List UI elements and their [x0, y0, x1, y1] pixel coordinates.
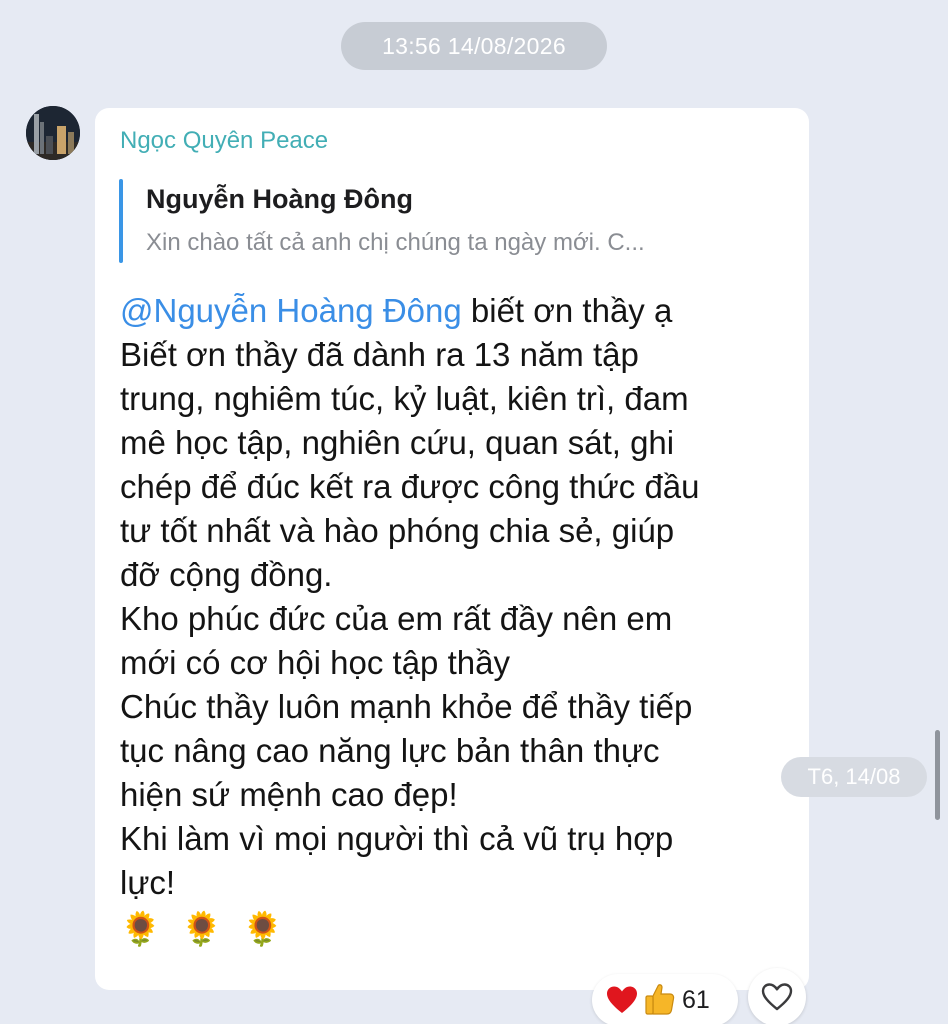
red-heart-icon: [606, 985, 638, 1020]
sunflower-emoji: 🌻: [181, 909, 223, 948]
mention-link[interactable]: @Nguyễn Hoàng Đông: [120, 292, 462, 329]
message-line: đỡ cộng đồng.: [120, 556, 333, 593]
message-line: Biết ơn thầy đã dành ra 13 năm tập: [120, 336, 639, 373]
message-text: @Nguyễn Hoàng Đông biết ơn thầy ạ Biết ơ…: [120, 289, 800, 953]
quote-accent-bar: [119, 179, 123, 263]
message-line: trung, nghiêm túc, kỷ luật, kiên trì, đa…: [120, 380, 689, 417]
message-line: mê học tập, nghiên cứu, quan sát, ghi: [120, 424, 675, 461]
sunflower-emoji: 🌻: [242, 909, 284, 948]
scrollbar[interactable]: [935, 730, 940, 820]
message-line: mới có cơ hội học tập thầy: [120, 644, 510, 681]
date-divider: 13:56 14/08/2026: [341, 22, 607, 70]
message-line: @Nguyễn Hoàng Đông biết ơn thầy ạ: [120, 292, 673, 329]
quote-snippet: Xin chào tất cả anh chị chúng ta ngày mớ…: [146, 229, 645, 256]
emoji-row: 🌻 🌻 🌻: [120, 905, 800, 953]
chat-screen: 13:56 14/08/2026 Ngọc Quyên Peace Nguyễn…: [0, 0, 948, 1024]
reaction-count: 61: [682, 986, 710, 1014]
heart-outline-button[interactable]: [748, 968, 806, 1024]
message-bubble[interactable]: Ngọc Quyên Peace Nguyễn Hoàng Đông Xin c…: [95, 108, 809, 990]
message-line: Khi làm vì mọi người thì cả vũ trụ hợp: [120, 820, 674, 857]
message-line: tư tốt nhất và hào phóng chia sẻ, giúp: [120, 512, 675, 549]
message-line: hiện sứ mệnh cao đẹp!: [120, 776, 458, 813]
message-line: chép để đúc kết ra được công thức đầu: [120, 468, 700, 505]
sender-name[interactable]: Ngọc Quyên Peace: [120, 127, 328, 155]
avatar[interactable]: [26, 106, 80, 160]
message-line: lực!: [120, 864, 176, 901]
message-line: Chúc thầy luôn mạnh khỏe để thầy tiếp: [120, 688, 693, 725]
sunflower-emoji: 🌻: [120, 909, 162, 948]
reactions-pill[interactable]: 61: [592, 974, 738, 1024]
reply-quote[interactable]: Nguyễn Hoàng Đông Xin chào tất cả anh ch…: [119, 179, 779, 263]
quote-author: Nguyễn Hoàng Đông: [146, 184, 413, 214]
thumbs-up-icon: [644, 982, 676, 1021]
message-line: Kho phúc đức của em rất đầy nên em: [120, 600, 673, 637]
heart-outline-icon: [761, 983, 793, 1011]
message-line: tục nâng cao năng lực bản thân thực: [120, 732, 660, 769]
message-time: T6, 14/08: [781, 757, 927, 797]
